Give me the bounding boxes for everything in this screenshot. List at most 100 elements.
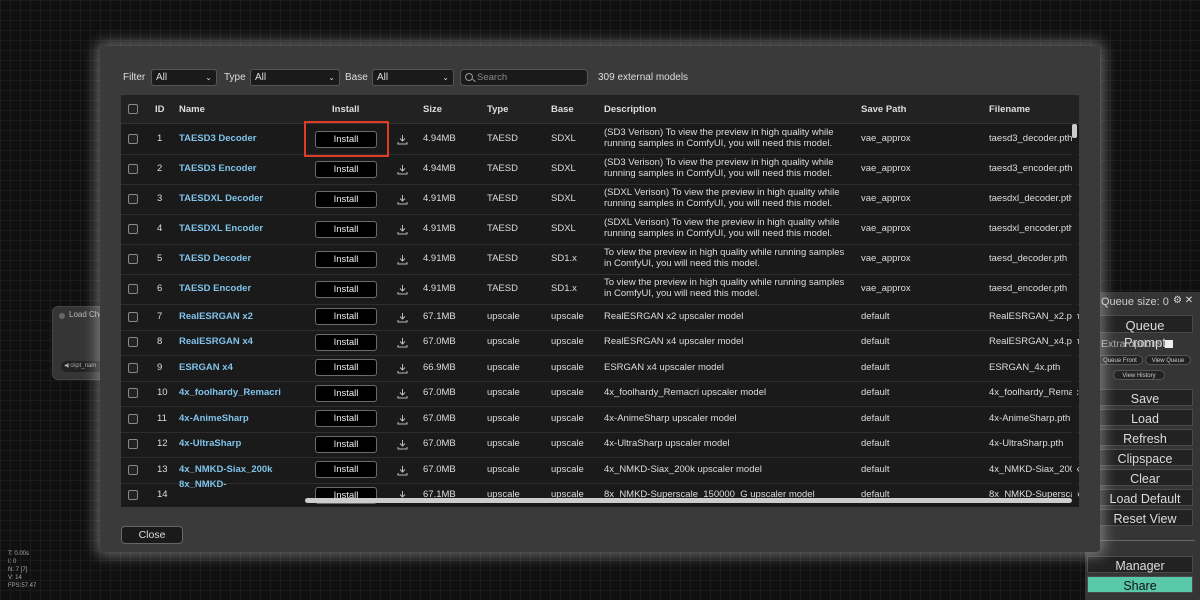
- load-button[interactable]: Load: [1097, 409, 1193, 426]
- search-box[interactable]: [460, 69, 588, 86]
- cell-name[interactable]: RealESRGAN x4: [179, 336, 253, 347]
- queue-prompt-button[interactable]: Queue Prompt: [1097, 315, 1193, 350]
- download-icon[interactable]: [397, 437, 408, 450]
- download-icon[interactable]: [397, 361, 408, 374]
- col-id[interactable]: ID: [155, 104, 165, 115]
- col-install[interactable]: Install: [332, 104, 359, 115]
- row-checkbox[interactable]: [128, 439, 138, 450]
- gear-icon[interactable]: ⚙: [1173, 295, 1182, 306]
- install-button[interactable]: Install: [315, 308, 377, 326]
- close-icon[interactable]: ✕: [1185, 295, 1193, 306]
- download-icon[interactable]: [397, 310, 408, 323]
- cell-name[interactable]: ESRGAN x4: [179, 362, 233, 373]
- row-checkbox[interactable]: [128, 224, 138, 234]
- cell-name[interactable]: TAESDXL Decoder: [179, 193, 263, 204]
- download-icon[interactable]: [397, 222, 408, 235]
- cell-name[interactable]: 4x-AnimeSharp: [179, 413, 249, 424]
- view-queue-button[interactable]: View Queue: [1145, 355, 1191, 365]
- filter-select[interactable]: All ⌄: [151, 69, 217, 86]
- select-all-checkbox[interactable]: [128, 104, 138, 114]
- horizontal-scrollbar[interactable]: [305, 498, 1072, 503]
- col-size[interactable]: Size: [423, 104, 442, 115]
- table-row: 7 RealESRGAN x2 67.1MB upscale upscale RealES…: [121, 304, 1079, 331]
- refresh-button[interactable]: Refresh: [1097, 429, 1193, 446]
- cell-size: 4.91MB: [423, 193, 456, 204]
- download-icon[interactable]: [397, 412, 408, 425]
- row-checkbox[interactable]: [128, 413, 138, 424]
- row-checkbox[interactable]: [128, 311, 138, 322]
- cell-base: upscale: [551, 438, 584, 450]
- download-icon[interactable]: [397, 488, 408, 501]
- install-button[interactable]: Install: [315, 160, 377, 178]
- manager-button[interactable]: Manager: [1087, 556, 1193, 573]
- col-type[interactable]: Type: [487, 104, 508, 115]
- cell-name[interactable]: TAESD3 Decoder: [179, 133, 256, 144]
- row-checkbox[interactable]: [128, 490, 138, 501]
- install-button[interactable]: Install: [315, 280, 377, 298]
- install-button[interactable]: Install: [315, 250, 377, 268]
- install-button[interactable]: Install: [315, 220, 377, 238]
- cell-name[interactable]: TAESD Encoder: [179, 283, 251, 294]
- col-name[interactable]: Name: [179, 104, 205, 115]
- install-button[interactable]: Install: [315, 384, 377, 402]
- type-label: Type: [224, 72, 246, 83]
- install-button[interactable]: Install: [315, 333, 377, 351]
- save-button[interactable]: Save: [1097, 389, 1193, 406]
- extra-options-checkbox[interactable]: [1165, 340, 1174, 349]
- cell-name[interactable]: 4x_NMKD-Siax_200k: [179, 464, 272, 475]
- queue-front-button[interactable]: Queue Front: [1097, 355, 1143, 365]
- install-button[interactable]: Install: [315, 359, 377, 377]
- queue-size: Queue size: 0: [1101, 296, 1169, 308]
- row-checkbox[interactable]: [128, 464, 138, 475]
- download-icon[interactable]: [397, 282, 408, 295]
- base-select[interactable]: All ⌄: [372, 69, 454, 86]
- clear-button[interactable]: Clear: [1097, 469, 1193, 486]
- row-checkbox[interactable]: [128, 388, 138, 399]
- cell-name[interactable]: 4x-UltraSharp: [179, 438, 241, 449]
- cell-description: RealESRGAN x2 upscaler model: [604, 310, 744, 322]
- row-checkbox[interactable]: [128, 254, 138, 264]
- row-checkbox[interactable]: [128, 337, 138, 348]
- col-base[interactable]: Base: [551, 104, 574, 115]
- download-icon[interactable]: [397, 335, 408, 348]
- load-default-button[interactable]: Load Default: [1097, 489, 1193, 506]
- row-checkbox[interactable]: [128, 164, 138, 174]
- row-checkbox[interactable]: [128, 134, 138, 144]
- search-icon: [465, 73, 473, 81]
- row-checkbox[interactable]: [128, 194, 138, 204]
- clipspace-button[interactable]: Clipspace: [1097, 449, 1193, 466]
- scroll-thumb[interactable]: [1072, 124, 1077, 138]
- download-icon[interactable]: [397, 463, 408, 476]
- cell-name[interactable]: 4x_foolhardy_Remacri: [179, 387, 281, 398]
- col-save-path[interactable]: Save Path: [861, 104, 906, 115]
- install-button[interactable]: Install: [315, 461, 377, 479]
- type-select[interactable]: All ⌄: [250, 69, 340, 86]
- cell-name[interactable]: TAESD Decoder: [179, 253, 251, 264]
- row-checkbox[interactable]: [128, 362, 138, 373]
- view-history-button[interactable]: View History: [1113, 370, 1165, 380]
- search-input[interactable]: [477, 71, 582, 84]
- cell-name[interactable]: 8x_NMKD-: [179, 479, 227, 490]
- reset-view-button[interactable]: Reset View: [1097, 509, 1193, 526]
- install-button[interactable]: Install: [315, 410, 377, 428]
- share-button[interactable]: Share: [1087, 576, 1193, 593]
- cell-name[interactable]: TAESD3 Encoder: [179, 163, 256, 174]
- download-icon[interactable]: [397, 162, 408, 175]
- cell-name[interactable]: RealESRGAN x2: [179, 311, 253, 322]
- download-icon[interactable]: [397, 192, 408, 205]
- install-button[interactable]: Install: [315, 435, 377, 453]
- col-filename[interactable]: Filename: [989, 104, 1030, 115]
- row-checkbox[interactable]: [128, 284, 138, 294]
- download-icon[interactable]: [397, 386, 408, 399]
- download-icon[interactable]: [397, 132, 408, 145]
- col-description[interactable]: Description: [604, 104, 656, 115]
- install-button[interactable]: Install: [315, 190, 377, 208]
- cell-filename: RealESRGAN_x4.pth: [989, 336, 1079, 348]
- vertical-scrollbar[interactable]: [1072, 124, 1077, 507]
- node-collapse-dot[interactable]: [59, 313, 65, 319]
- download-icon[interactable]: [397, 252, 408, 265]
- close-button[interactable]: Close: [121, 526, 183, 544]
- extra-options[interactable]: Extra options: [1101, 338, 1174, 350]
- cell-name[interactable]: TAESDXL Encoder: [179, 223, 263, 234]
- cell-description: 4x_foolhardy_Remacri upscaler model: [604, 387, 767, 399]
